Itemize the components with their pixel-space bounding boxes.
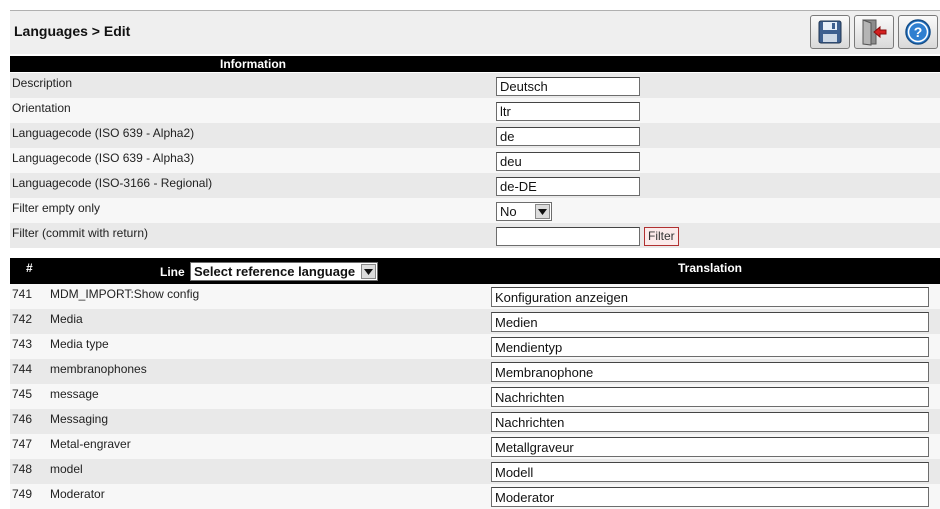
reference-language-value: Select reference language [194,264,356,279]
chevron-down-icon[interactable] [535,204,550,219]
regional-row: Languagecode (ISO-3166 - Regional) [10,173,940,198]
alpha2-row: Languagecode (ISO 639 - Alpha2) [10,123,940,148]
door-exit-icon [862,19,887,46]
translation-input[interactable] [491,462,929,482]
reference-language-select[interactable]: Select reference language [190,262,378,281]
information-header: Information [10,56,940,72]
save-button[interactable] [810,15,850,49]
floppy-disk-icon [818,20,842,44]
orientation-row: Orientation [10,98,940,123]
page-header: Languages > Edit ? [10,11,940,54]
toolbar: ? [810,15,938,49]
row-key: membranophones [50,362,147,376]
row-key: Metal-engraver [50,437,131,451]
question-mark-icon: ? [905,19,931,45]
translation-input[interactable] [491,312,929,332]
row-number: 746 [12,412,33,426]
row-key: message [50,387,99,401]
orientation-label: Orientation [12,101,71,115]
row-number: 741 [12,287,33,301]
alpha2-input[interactable] [496,127,640,146]
chevron-down-icon[interactable] [361,264,376,279]
col-line-header: Line [160,265,185,279]
filter-empty-row: Filter empty only [10,198,940,223]
row-key: Messaging [50,412,109,426]
translation-input[interactable] [491,287,929,307]
description-row: Description [10,73,940,98]
row-number: 743 [12,337,33,351]
translation-input[interactable] [491,487,929,507]
translation-table-header: # Line Select reference language Transla… [10,258,940,284]
svg-text:?: ? [914,24,923,40]
row-number: 745 [12,387,33,401]
description-label: Description [12,76,73,90]
information-title: Information [220,57,286,71]
translation-input[interactable] [491,337,929,357]
row-number: 742 [12,312,33,326]
filter-input[interactable] [496,227,640,246]
regional-label: Languagecode (ISO-3166 - Regional) [12,176,213,190]
translation-input[interactable] [491,412,929,432]
alpha3-row: Languagecode (ISO 639 - Alpha3) [10,148,940,173]
row-key: Media [50,312,83,326]
exit-button[interactable] [854,15,894,49]
description-input[interactable] [496,77,640,96]
row-key: Media type [50,337,109,351]
filter-empty-value: No [500,204,517,219]
row-key: MDM_IMPORT:Show config [50,287,200,301]
row-number: 747 [12,437,33,451]
row-key: model [50,462,83,476]
regional-input[interactable] [496,177,640,196]
filter-button[interactable]: Filter [644,227,679,246]
orientation-input[interactable] [496,102,640,121]
row-number: 744 [12,362,33,376]
col-translation-header: Translation [678,261,743,275]
filter-row: Filter (commit with return) [10,223,940,248]
help-button[interactable]: ? [898,15,938,49]
filter-empty-select[interactable]: No [496,202,552,221]
translation-input[interactable] [491,362,929,382]
alpha3-input[interactable] [496,152,640,171]
alpha3-label: Languagecode (ISO 639 - Alpha3) [12,151,195,165]
page-title: Languages > Edit [14,23,131,39]
alpha2-label: Languagecode (ISO 639 - Alpha2) [12,126,195,140]
col-num-header: # [26,261,33,275]
filter-empty-label: Filter empty only [12,201,101,215]
row-number: 748 [12,462,33,476]
row-number: 749 [12,487,33,501]
translation-input[interactable] [491,387,929,407]
translation-input[interactable] [491,437,929,457]
filter-label: Filter (commit with return) [12,226,149,240]
row-key: Moderator [50,487,105,501]
